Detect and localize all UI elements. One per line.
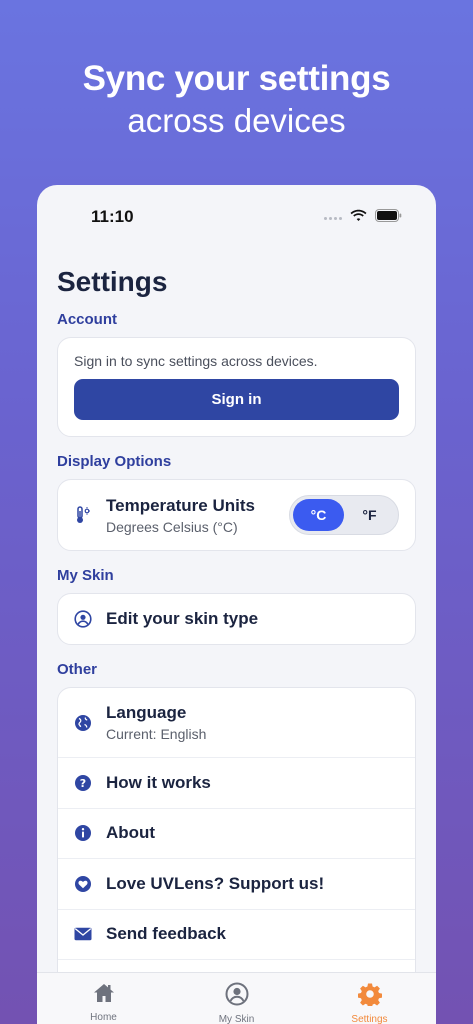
gear-icon — [357, 982, 382, 1011]
temperature-units-row: Temperature Units Degrees Celsius (°C) °… — [58, 480, 415, 550]
language-title: Language — [106, 703, 187, 722]
thermometer-icon — [74, 506, 92, 524]
send-feedback-row[interactable]: Send feedback — [58, 910, 415, 960]
promo-header: Sync your settings across devices — [0, 58, 473, 142]
account-card: Sign in to sync settings across devices.… — [57, 337, 416, 437]
tab-my-skin-label: My Skin — [218, 1014, 255, 1024]
language-row[interactable]: Language Current: English — [58, 688, 415, 758]
section-label-other: Other — [57, 661, 98, 678]
temperature-text: Temperature Units Degrees Celsius (°C) — [106, 496, 255, 535]
temperature-unit-toggle: °C °F — [289, 495, 399, 535]
temperature-title: Temperature Units — [106, 495, 255, 515]
display-options-card: Temperature Units Degrees Celsius (°C) °… — [57, 479, 416, 551]
tab-home[interactable]: Home — [37, 973, 170, 1024]
support-label: Love UVLens? Support us! — [106, 873, 325, 893]
settings-content: Settings Account Sign in to sync setting… — [37, 265, 436, 1012]
status-time: 11:10 — [91, 207, 134, 226]
send-feedback-label: Send feedback — [106, 924, 226, 944]
status-icons — [324, 209, 402, 227]
edit-skin-type-label: Edit your skin type — [106, 609, 259, 628]
fahrenheit-option[interactable]: °F — [344, 499, 395, 531]
temperature-subtitle: Degrees Celsius (°C) — [106, 518, 238, 535]
battery-icon — [375, 209, 402, 227]
how-it-works-row[interactable]: ? How it works — [58, 758, 415, 809]
support-row[interactable]: Love UVLens? Support us! — [58, 859, 415, 910]
about-label: About — [106, 823, 156, 843]
my-skin-card: Edit your skin type — [57, 593, 416, 645]
signal-icon — [324, 216, 342, 220]
globe-icon — [74, 714, 92, 732]
section-label-account: Account — [57, 311, 117, 328]
edit-skin-type-row[interactable]: Edit your skin type — [58, 594, 415, 644]
info-circle-icon — [74, 824, 92, 842]
about-row[interactable]: About — [58, 809, 415, 859]
sign-in-button[interactable]: Sign in — [74, 379, 399, 420]
how-it-works-label: How it works — [106, 772, 211, 792]
page-title: Settings — [57, 266, 168, 297]
heart-circle-icon — [74, 875, 92, 893]
phone-screen: 11:10 Settings Account Sign in to sync s… — [37, 185, 436, 1024]
wifi-icon — [350, 209, 367, 227]
question-circle-icon: ? — [74, 774, 92, 792]
user-circle-icon — [74, 610, 92, 628]
language-subtitle: Current: English — [106, 726, 207, 742]
envelope-icon — [74, 925, 92, 943]
home-icon — [92, 982, 116, 1009]
section-label-display: Display Options — [57, 453, 172, 470]
section-label-my-skin: My Skin — [57, 567, 114, 584]
tab-settings-label: Settings — [351, 1014, 388, 1024]
status-bar: 11:10 — [37, 185, 436, 247]
svg-text:?: ? — [80, 777, 86, 790]
tab-my-skin[interactable]: My Skin — [170, 973, 303, 1024]
tab-settings[interactable]: Settings — [303, 973, 436, 1024]
account-description: Sign in to sync settings across devices. — [74, 353, 318, 369]
other-card: Language Current: English ? How it works… — [57, 687, 416, 1012]
user-circle-icon — [225, 982, 249, 1011]
promo-title: Sync your settings — [82, 59, 391, 98]
tab-home-label: Home — [90, 1012, 117, 1023]
promo-subtitle: across devices — [127, 102, 346, 139]
tab-bar: Home My Skin Settings — [37, 972, 436, 1024]
celsius-option[interactable]: °C — [293, 499, 344, 531]
language-text: Language Current: English — [106, 703, 206, 742]
